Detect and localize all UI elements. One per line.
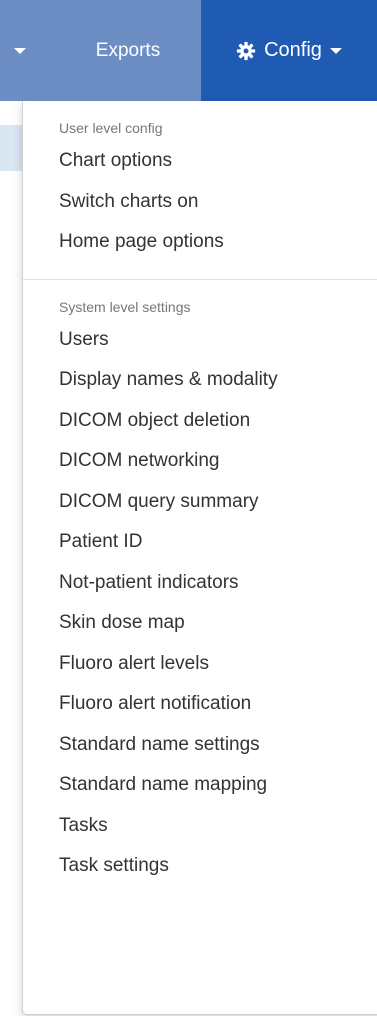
menu-item-fluoro-alert-levels[interactable]: Fluoro alert levels xyxy=(23,644,377,685)
page: Exports Config User level config Chart o… xyxy=(0,0,377,1016)
nav-config-label: Config xyxy=(264,39,322,61)
config-dropdown-menu: User level config Chart options Switch c… xyxy=(22,101,377,1015)
menu-item-dicom-networking[interactable]: DICOM networking xyxy=(23,441,377,482)
menu-item-dicom-query-summary[interactable]: DICOM query summary xyxy=(23,482,377,523)
menu-item-tasks[interactable]: Tasks xyxy=(23,806,377,847)
nav-exports[interactable]: Exports xyxy=(70,0,186,101)
nav-exports-label: Exports xyxy=(95,39,161,61)
menu-item-task-settings[interactable]: Task settings xyxy=(23,846,377,887)
previous-menu-dropdown-toggle[interactable] xyxy=(0,0,40,101)
user-level-config-header: User level config xyxy=(59,120,163,136)
top-navbar: Exports Config xyxy=(0,0,377,101)
background-content-strip xyxy=(0,101,22,1016)
menu-item-standard-name-settings[interactable]: Standard name settings xyxy=(23,725,377,766)
caret-down-icon xyxy=(14,47,26,54)
background-highlight xyxy=(0,125,22,171)
menu-item-standard-name-mapping[interactable]: Standard name mapping xyxy=(23,765,377,806)
menu-item-fluoro-alert-notification[interactable]: Fluoro alert notification xyxy=(23,684,377,725)
menu-item-dicom-object-deletion[interactable]: DICOM object deletion xyxy=(23,401,377,442)
menu-item-switch-charts-on[interactable]: Switch charts on xyxy=(23,182,377,223)
gear-icon xyxy=(236,41,256,60)
caret-down-icon xyxy=(329,47,342,54)
menu-item-chart-options[interactable]: Chart options xyxy=(23,141,377,182)
menu-item-patient-id[interactable]: Patient ID xyxy=(23,522,377,563)
menu-item-users[interactable]: Users xyxy=(23,320,377,361)
nav-config-dropdown[interactable]: Config xyxy=(201,0,377,101)
menu-item-skin-dose-map[interactable]: Skin dose map xyxy=(23,603,377,644)
system-level-settings-header: System level settings xyxy=(59,298,191,315)
menu-item-home-page-options[interactable]: Home page options xyxy=(23,222,377,263)
menu-divider xyxy=(23,278,377,280)
menu-item-not-patient-indicators[interactable]: Not-patient indicators xyxy=(23,563,377,604)
menu-item-display-names-modality[interactable]: Display names & modality xyxy=(23,360,377,401)
